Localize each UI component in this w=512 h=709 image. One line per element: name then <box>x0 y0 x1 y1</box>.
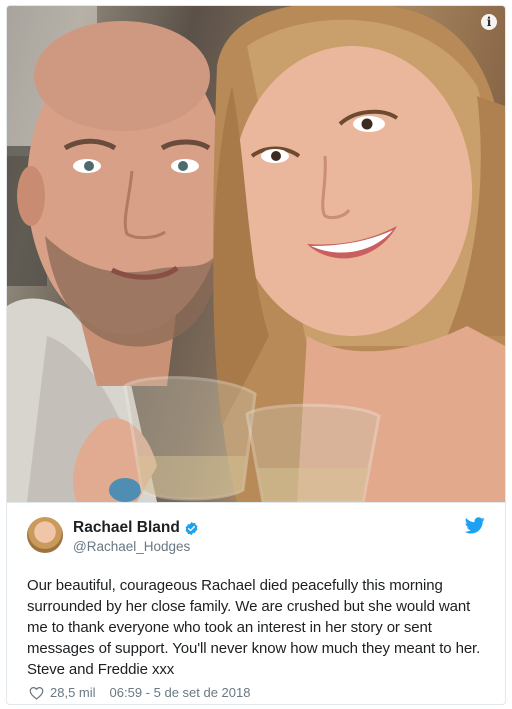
tweet-meta: 28,5 mil 06:59 - 5 de set de 2018 <box>29 685 250 700</box>
embedded-tweet-card: i Rachael Bland @Rachael_Hodges Our beau… <box>6 5 506 705</box>
avatar[interactable] <box>27 517 63 553</box>
tweet-text: Our beautiful, courageous Rachael died p… <box>27 577 481 678</box>
tweet-timestamp[interactable]: 06:59 - 5 de set de 2018 <box>110 685 251 700</box>
author-block[interactable]: Rachael Bland @Rachael_Hodges <box>73 519 199 554</box>
info-icon[interactable]: i <box>481 14 497 30</box>
photo-illustration <box>7 6 505 502</box>
author-name-row: Rachael Bland <box>73 519 199 537</box>
like-count[interactable]: 28,5 mil <box>50 685 96 700</box>
author-handle[interactable]: @Rachael_Hodges <box>73 539 199 554</box>
heart-icon[interactable] <box>29 686 44 700</box>
author-display-name[interactable]: Rachael Bland <box>73 519 180 537</box>
verified-badge-icon <box>185 521 198 535</box>
tweet-photo[interactable]: i <box>7 6 505 502</box>
tweet-body: Rachael Bland @Rachael_Hodges Our beauti… <box>7 502 505 704</box>
twitter-bird-icon[interactable] <box>465 517 485 534</box>
